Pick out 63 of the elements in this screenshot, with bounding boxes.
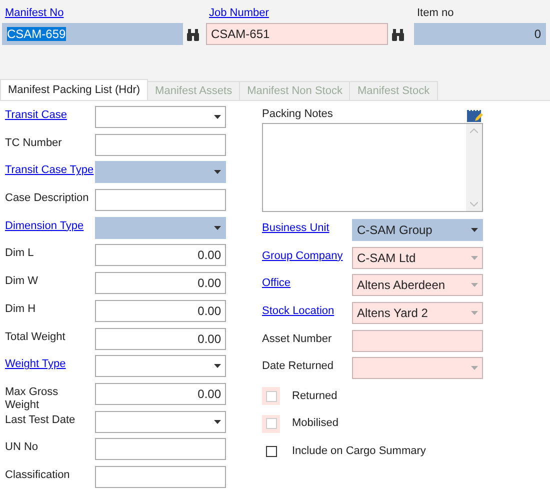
dropdown-field[interactable]: [95, 355, 226, 378]
input-field[interactable]: 0.00: [95, 272, 226, 294]
input-field[interactable]: 0: [414, 23, 546, 45]
field-link[interactable]: Stock Location: [262, 305, 334, 318]
dropdown-field[interactable]: [95, 216, 226, 239]
field-label: Date Returned: [262, 360, 334, 374]
dropdown-caret-icon[interactable]: [214, 226, 221, 230]
checkbox-label: Mobilised: [292, 417, 338, 430]
input-field[interactable]: [352, 330, 483, 352]
input-field[interactable]: [95, 466, 226, 488]
dropdown-field[interactable]: Altens Yard 2: [352, 302, 483, 324]
tab[interactable]: Manifest Packing List (Hdr): [0, 79, 148, 100]
input-field[interactable]: 0.00: [95, 382, 226, 405]
dropdown-field[interactable]: [95, 106, 226, 128]
field-link[interactable]: Manifest No: [2, 7, 199, 20]
notes-field[interactable]: [262, 123, 483, 212]
dropdown-field[interactable]: [95, 410, 226, 433]
dropdown-field[interactable]: Altens Aberdeen: [352, 274, 483, 296]
field-link[interactable]: Office: [262, 277, 291, 290]
dropdown-caret-icon[interactable]: [470, 228, 478, 232]
input-field[interactable]: CSAM-651: [206, 23, 388, 45]
field-label: Dim H: [5, 302, 36, 316]
dropdown-caret-icon[interactable]: [214, 364, 221, 368]
input-field[interactable]: [95, 134, 226, 156]
dropdown-field[interactable]: [95, 161, 226, 184]
field-label: Total Weight: [5, 330, 66, 344]
dropdown-field[interactable]: [352, 357, 483, 380]
field-link[interactable]: Group Company: [262, 250, 343, 263]
checkbox[interactable]: [266, 446, 276, 457]
dropdown-field[interactable]: C-SAM Ltd: [352, 246, 483, 269]
checkbox-label: Returned: [292, 390, 338, 403]
dropdown-field[interactable]: C-SAM Group: [352, 219, 483, 241]
input-field[interactable]: 0.00: [95, 328, 226, 350]
dropdown-caret-icon[interactable]: [214, 170, 221, 174]
field-link[interactable]: Transit Case Type: [5, 164, 94, 178]
field-label: Item no: [416, 7, 455, 20]
checkbox-label: Include on Cargo Summary: [292, 445, 426, 458]
input-field[interactable]: [95, 438, 226, 460]
field-label: Case Description: [5, 192, 89, 206]
input-field[interactable]: [95, 189, 226, 212]
binoculars-icon[interactable]: [187, 28, 199, 40]
field-label: Dim W: [5, 275, 38, 288]
dropdown-caret-icon[interactable]: [214, 115, 221, 119]
field-label: Packing Notes: [262, 108, 333, 121]
dropdown-caret-icon[interactable]: [214, 420, 221, 424]
field-link[interactable]: Dimension Type: [5, 220, 84, 233]
field-label: TC Number: [5, 136, 62, 150]
field-label: UN No: [5, 441, 38, 454]
input-field[interactable]: 0.00: [95, 244, 226, 266]
input-field[interactable]: 0.00: [95, 300, 226, 322]
binoculars-icon[interactable]: [392, 28, 404, 40]
input-field[interactable]: CSAM-659: [2, 23, 183, 45]
field-link[interactable]: Transit Case: [5, 109, 67, 122]
field-link[interactable]: Weight Type: [5, 358, 66, 372]
field-link[interactable]: Business Unit: [262, 222, 330, 235]
field-label: Max Gross Weight: [5, 386, 60, 412]
field-link[interactable]: Job Number: [206, 7, 404, 20]
notepad-edit-icon[interactable]: [467, 108, 483, 122]
scroll-bar[interactable]: [466, 124, 482, 211]
field-label: Last Test Date: [5, 414, 76, 427]
field-label: Dim L: [5, 247, 34, 260]
field-label: Classification: [5, 468, 70, 482]
field-label: Asset Number: [262, 332, 332, 346]
